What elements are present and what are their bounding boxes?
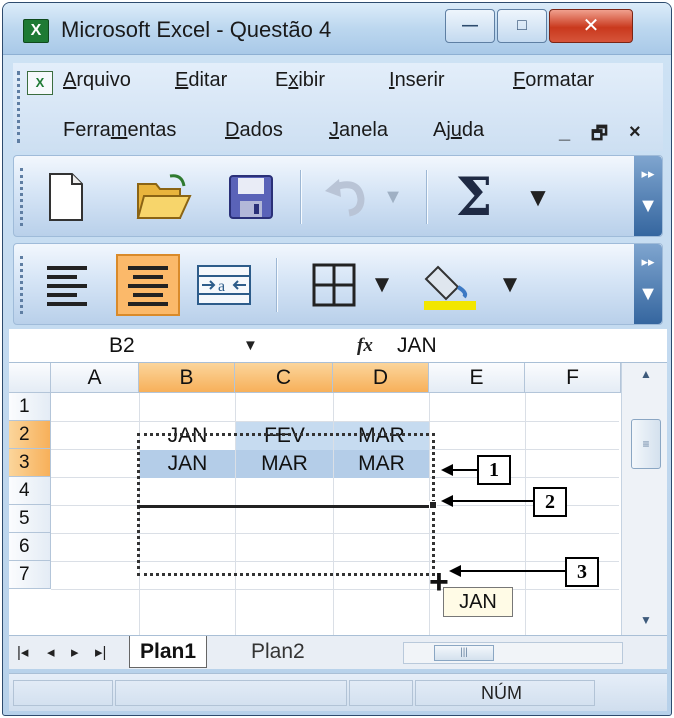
menu-dados[interactable]: Dados (225, 119, 283, 142)
maximize-button[interactable]: □ (497, 9, 547, 43)
fill-color-dropdown-arrow[interactable]: ▼ (490, 254, 530, 316)
callout-arrow-2 (441, 495, 453, 507)
minimize-button[interactable]: — (445, 9, 495, 43)
menu-arquivo[interactable]: Arquivo (63, 69, 131, 92)
next-sheet-nav-icon[interactable]: ▸ (71, 636, 79, 670)
autosum-icon[interactable]: Σ (446, 166, 502, 228)
sheet-tab-plan1[interactable]: Plan1 (129, 636, 208, 668)
workbook-close-button[interactable]: × (629, 121, 641, 144)
status-segment (349, 680, 413, 706)
excel-app-icon[interactable]: X (23, 19, 49, 43)
last-sheet-nav-icon[interactable]: ▸| (95, 636, 106, 670)
name-box[interactable]: B2 (9, 329, 249, 363)
undo-dropdown-arrow[interactable]: ▼ (382, 166, 404, 228)
column-header-c[interactable]: C (235, 363, 333, 393)
column-header-b[interactable]: B (139, 363, 235, 393)
sheet-tab-plan2[interactable]: Plan2 (241, 636, 315, 668)
menu-editar[interactable]: Editar (175, 69, 227, 92)
callout-box-3: 3 (565, 557, 599, 587)
new-document-icon[interactable] (38, 166, 94, 228)
toolbar-separator (426, 170, 428, 224)
vertical-scroll-thumb[interactable]: ≡ (631, 419, 661, 469)
excel-window: X Microsoft Excel - Questão 4 — □ ✕ X Ar… (2, 2, 672, 716)
callout-box-2: 2 (533, 487, 567, 517)
callout-arrow-1 (441, 464, 453, 476)
scroll-up-arrow-icon[interactable]: ▲ (633, 367, 659, 381)
title-bar[interactable]: X Microsoft Excel - Questão 4 — □ ✕ (3, 3, 671, 55)
formatting-toolbar: a ▼ ▼ ▸▸ ▼ (13, 243, 663, 325)
menu-exibir[interactable]: Exibir (275, 69, 325, 92)
scroll-down-arrow-icon[interactable]: ▼ (633, 613, 659, 627)
undo-icon[interactable] (316, 166, 376, 228)
insert-function-icon[interactable]: fx (357, 329, 373, 363)
menu-bar: X Arquivo Editar Exibir Inserir Formatar… (13, 63, 663, 151)
column-header-e[interactable]: E (429, 363, 525, 393)
fill-color-icon[interactable] (418, 254, 482, 316)
autosum-dropdown-arrow[interactable]: ▼ (518, 166, 558, 228)
row-header-1[interactable]: 1 (9, 393, 51, 421)
first-sheet-nav-icon[interactable]: |◂ (17, 636, 28, 670)
status-segment (115, 680, 347, 706)
callout-line-3 (461, 570, 565, 572)
sheet-tabs-bar: |◂ ◂ ▸ ▸| Plan1 Plan2 ||| (9, 635, 667, 669)
borders-icon[interactable] (304, 254, 364, 316)
menu-ajuda[interactable]: Ajuda (433, 119, 484, 142)
toolbar-grip-handle[interactable] (20, 168, 24, 226)
merge-center-icon[interactable]: a (192, 254, 256, 316)
fill-handle[interactable] (429, 501, 437, 509)
close-button[interactable]: ✕ (549, 9, 633, 43)
formula-input[interactable]: JAN (397, 329, 437, 363)
callout-line-2 (453, 500, 533, 502)
toolbar-options-chevron[interactable]: ▸▸ ▼ (634, 244, 662, 324)
grid-line (525, 393, 526, 635)
callout-line-1 (453, 469, 477, 471)
window-title: Microsoft Excel - Questão 4 (61, 17, 332, 42)
align-center-icon[interactable] (116, 254, 180, 316)
toolbar-separator (300, 170, 302, 224)
name-box-dropdown-arrow[interactable]: ▼ (243, 329, 258, 363)
callout-box-1: 1 (477, 455, 511, 485)
merge-icon-letter: a (218, 278, 225, 295)
status-bar: NÚM (9, 673, 667, 711)
workbook-restore-button[interactable]: 🗗 (591, 121, 608, 151)
menu-grip-handle[interactable] (17, 71, 21, 143)
prev-sheet-nav-icon[interactable]: ◂ (47, 636, 55, 670)
toolbar-separator (276, 258, 278, 312)
column-header-f[interactable]: F (525, 363, 621, 393)
autofill-tooltip: JAN (443, 587, 513, 617)
row-header-5[interactable]: 5 (9, 505, 51, 533)
num-lock-indicator: NÚM (481, 683, 522, 703)
toolbar-grip-handle[interactable] (20, 256, 24, 314)
grid-line (51, 589, 619, 590)
row-header-6[interactable]: 6 (9, 533, 51, 561)
horizontal-scrollbar[interactable]: ||| (403, 642, 623, 664)
menu-inserir[interactable]: Inserir (389, 69, 445, 92)
row-header-2[interactable]: 2 (9, 421, 51, 449)
row-header-3[interactable]: 3 (9, 449, 51, 477)
save-disk-icon[interactable] (222, 166, 280, 228)
workbook-minimize-button[interactable]: _ (559, 121, 570, 144)
selection-bottom-border (137, 505, 435, 508)
worksheet-grid[interactable]: A B C D E F 1 2 3 4 5 6 7 JAN FEV MAR JA… (9, 363, 667, 635)
formula-bar: B2 ▼ fx JAN (9, 329, 667, 363)
column-header-d[interactable]: D (333, 363, 429, 393)
align-left-icon[interactable] (38, 254, 96, 316)
open-folder-icon[interactable] (132, 166, 196, 228)
status-segment (13, 680, 113, 706)
callout-arrow-3 (449, 565, 461, 577)
row-header-7[interactable]: 7 (9, 561, 51, 589)
vertical-scrollbar[interactable]: ▲ ≡ ▼ (621, 363, 667, 635)
horizontal-scroll-thumb[interactable]: ||| (434, 645, 494, 661)
menu-janela[interactable]: Janela (329, 119, 388, 142)
menu-ferramentas[interactable]: Ferramentas (63, 119, 176, 142)
menu-formatar[interactable]: Formatar (513, 69, 594, 92)
workbook-doc-icon[interactable]: X (27, 71, 53, 95)
row-header-4[interactable]: 4 (9, 477, 51, 505)
select-all-corner[interactable] (9, 363, 51, 393)
column-header-a[interactable]: A (51, 363, 139, 393)
standard-toolbar: ▼ Σ ▼ ▸▸ ▼ (13, 155, 663, 237)
borders-dropdown-arrow[interactable]: ▼ (368, 254, 396, 316)
toolbar-options-chevron[interactable]: ▸▸ ▼ (634, 156, 662, 236)
